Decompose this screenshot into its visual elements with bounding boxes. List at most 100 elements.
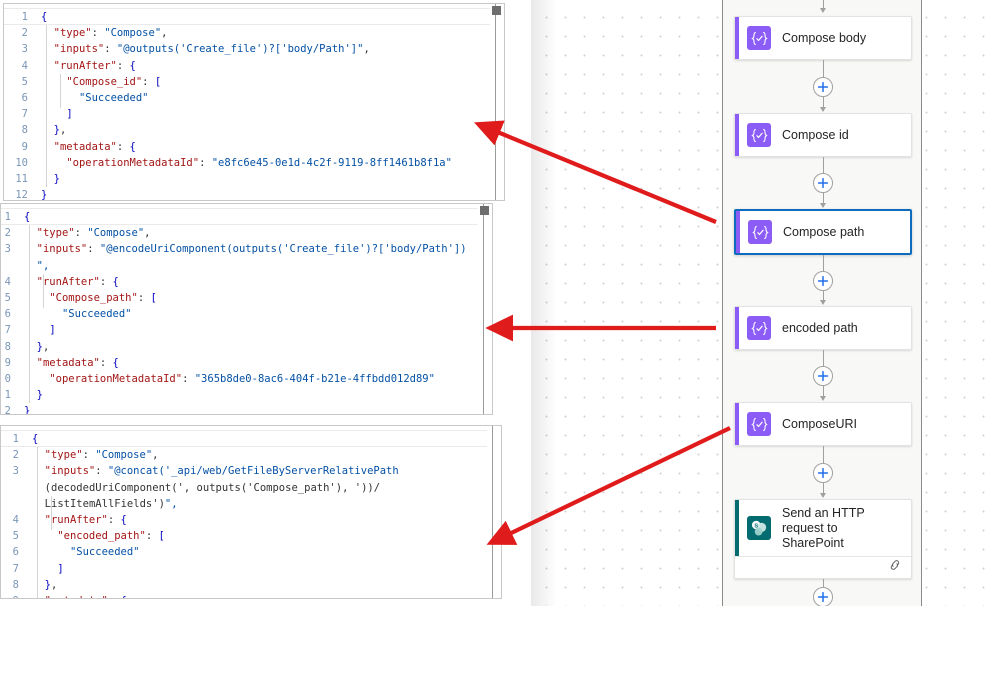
svg-text:S: S [754, 524, 758, 530]
code-line: "encoded_path": [ [57, 530, 165, 543]
line-number: 7 [21, 108, 28, 121]
link-icon[interactable] [888, 558, 902, 577]
code-line: "inputs": "@outputs('Create_file')?['bod… [53, 43, 370, 56]
flow-connector [823, 255, 824, 271]
line-number: 9 [1, 593, 19, 598]
scrollbar-track[interactable] [495, 4, 496, 200]
add-action-button[interactable] [813, 366, 833, 386]
indent-guide [46, 25, 47, 187]
add-action-button[interactable] [813, 270, 833, 291]
code-line: } [24, 405, 31, 414]
code-line: "Succeeded" [61, 308, 132, 321]
composeuri-json-inner: 123456789l0l1l2{ "type": "Compose", "inp… [1, 426, 501, 598]
code-line: "runAfter": { [36, 275, 119, 288]
line-number [1, 496, 19, 512]
line-number: 6 [4, 308, 11, 321]
node-main-row: ComposeURI [735, 403, 911, 445]
code-panel-compose-path-json[interactable]: 1 2 3 4 5 6 7 8 9 10 11 12{ "type": "Compose", "inp… [3, 3, 505, 201]
code-line: ", [36, 259, 50, 272]
code-line: { [32, 433, 39, 445]
compose-icon [747, 316, 771, 340]
code-line: "metadata": { [53, 140, 136, 153]
line-number: 1 [4, 389, 11, 402]
composeuri-json-code-text[interactable]: { "type": "Compose", "inputs": "@concat(… [25, 426, 501, 598]
indent-guide [37, 447, 38, 598]
code-line: "inputs": "@encodeUriComponent(outputs('… [36, 243, 467, 256]
line-number: 9 [21, 140, 28, 153]
composeuri-json-vertical-scrollbar[interactable] [487, 426, 501, 598]
line-number: 6 [12, 546, 19, 559]
screenshot-root: Compose body Compose id Compose path encode… [0, 0, 999, 688]
scrollbar-thumb[interactable] [492, 6, 501, 15]
code-line: "Succeeded" [69, 546, 140, 559]
flow-connector [823, 482, 824, 493]
encoded-path-json-code-text[interactable]: { "type": "Compose", "inputs": "@encodeU… [17, 204, 492, 414]
node-accent-bar [735, 307, 739, 349]
flow-connector [823, 157, 824, 173]
compose-icon [747, 26, 771, 50]
indent-guide [29, 225, 30, 404]
connector-arrowhead [819, 300, 826, 305]
compose-path-json-line-numbers: 1 2 3 4 5 6 7 8 9 10 11 12 [4, 4, 34, 200]
flow-node-strip: Compose body Compose id Compose path encode… [722, 0, 922, 606]
connector-arrowhead [819, 203, 826, 208]
compose-path-json-code-text[interactable]: { "type": "Compose", "inputs": "@outputs… [34, 4, 504, 200]
flow-connector [823, 446, 824, 463]
code-panel-encoded-path-json[interactable]: 1 2 3 4 5 6 7 8 9 0 1 2 { "type": "Compose", "inputs… [0, 203, 493, 415]
compose-icon [748, 220, 772, 244]
encoded-path-json-vertical-scrollbar[interactable] [478, 204, 492, 414]
line-number: 3 [4, 243, 11, 256]
code-line: }, [44, 578, 58, 591]
encoded-path-json-inner: 1 2 3 4 5 6 7 8 9 0 1 2 { "type": "Compose", "inputs… [1, 204, 492, 414]
code-line: "Succeeded" [78, 91, 149, 104]
node-main-row: Compose body [735, 17, 911, 59]
flow-node-compose-path[interactable]: Compose path [734, 209, 912, 255]
code-line: "operationMetadataId": "365b8de0-8ac6-40… [49, 372, 435, 385]
node-accent-bar [736, 211, 740, 253]
compose-path-json-vertical-scrollbar[interactable] [490, 4, 504, 200]
node-label: Compose path [783, 224, 865, 239]
line-number [1, 480, 19, 496]
connector-arrowhead [819, 8, 826, 13]
code-line: "type": "Compose", [53, 27, 168, 40]
code-line: ListItemAllFields')", [44, 497, 178, 510]
line-number: 4 [4, 275, 11, 288]
plus-icon [817, 591, 829, 603]
code-line: "inputs": "@concat('_api/web/GetFileBySe… [44, 465, 399, 478]
line-number: 8 [21, 124, 28, 137]
line-number: 8 [4, 340, 11, 353]
line-number [1, 258, 11, 274]
line-number: 12 [15, 189, 28, 201]
flow-connector [823, 193, 824, 203]
node-main-row: Compose path [736, 211, 910, 253]
scrollbar-thumb[interactable] [480, 206, 489, 215]
flow-node-send-an-http-request-to-sharepoint[interactable]: S Send an HTTP request to SharePoint [734, 499, 912, 579]
code-line: }, [36, 340, 50, 353]
node-label: Compose id [782, 127, 849, 142]
code-panel-composeuri-json[interactable]: 123456789l0l1l2{ "type": "Compose", "inp… [0, 425, 502, 599]
flow-node-composeuri[interactable]: ComposeURI [734, 402, 912, 446]
scrollbar-track[interactable] [483, 204, 484, 414]
connector-arrowhead [819, 396, 826, 401]
add-action-button[interactable] [813, 76, 833, 97]
code-line: ] [49, 324, 56, 337]
add-action-button[interactable] [813, 462, 833, 483]
code-line: "metadata": { [36, 356, 119, 369]
code-line: "Compose_path": [ [49, 291, 157, 304]
add-action-button[interactable] [813, 587, 833, 606]
node-accent-bar [735, 114, 739, 156]
flow-node-encoded-path[interactable]: encoded path [734, 306, 912, 350]
line-number: 1 [21, 11, 28, 23]
code-line: "metadata": { [32, 593, 501, 598]
flow-node-compose-body[interactable]: Compose body [734, 16, 912, 60]
line-number: 5 [12, 530, 19, 543]
add-action-button[interactable] [813, 173, 833, 193]
node-label: ComposeURI [782, 416, 858, 431]
line-number: 0 [4, 372, 11, 385]
node-label: encoded path [782, 320, 858, 335]
node-main-row: Compose id [735, 114, 911, 156]
encoded-path-json-line-numbers: 1 2 3 4 5 6 7 8 9 0 1 2 [1, 204, 17, 414]
flow-node-compose-id[interactable]: Compose id [734, 113, 912, 157]
line-number: 2 [12, 449, 19, 462]
scrollbar-track[interactable] [492, 426, 493, 598]
